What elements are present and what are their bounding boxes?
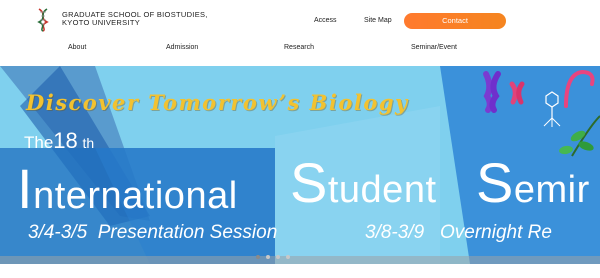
dates-text: 3/4-3/5	[28, 222, 88, 243]
title-international: International	[17, 156, 238, 221]
school-name-line2: KYOTO UNIVERSITY	[62, 18, 141, 27]
slider-dot[interactable]	[266, 255, 270, 259]
overnight-session-dates: 3/8-3/9 Overnight Re	[365, 222, 552, 244]
sitemap-link[interactable]: Site Map	[364, 17, 392, 24]
session-name: Overnight Re	[440, 222, 552, 243]
access-link[interactable]: Access	[314, 17, 337, 24]
session-name: Presentation Session	[97, 222, 278, 243]
edition-prefix: The	[24, 133, 54, 152]
nav-research[interactable]: Research	[284, 44, 314, 51]
title-initial: S	[476, 151, 514, 214]
edition-number: 18	[53, 128, 78, 153]
title-word: nternational	[33, 175, 238, 217]
site-header: GRADUATE SCHOOL OF BIOSTUDIES, KYOTO UNI…	[0, 0, 600, 66]
slider-dot[interactable]	[256, 255, 260, 259]
edition-label: The18 th	[24, 128, 94, 154]
slider-dot[interactable]	[276, 255, 280, 259]
dates-text: 3/8-3/9	[365, 222, 425, 243]
title-seminar: Semir	[476, 150, 590, 215]
title-initial: S	[290, 151, 328, 214]
slider-dot[interactable]	[286, 255, 290, 259]
title-student: Student	[290, 150, 437, 215]
page-bottom	[0, 264, 600, 278]
slider-dots	[256, 255, 290, 259]
school-name[interactable]: GRADUATE SCHOOL OF BIOSTUDIES, KYOTO UNI…	[62, 11, 208, 27]
contact-button[interactable]: Contact	[404, 13, 506, 29]
hero-tagline: Discover Tomorrow’s Biology	[26, 90, 409, 115]
edition-suffix: th	[82, 135, 95, 151]
nav-seminar-event[interactable]: Seminar/Event	[411, 44, 457, 51]
title-word: emir	[513, 169, 590, 211]
presentation-session-dates: 3/4-3/5 Presentation Session	[28, 222, 277, 244]
nav-admission[interactable]: Admission	[166, 44, 198, 51]
title-word: tudent	[327, 169, 437, 211]
title-initial: I	[17, 157, 34, 220]
nav-about[interactable]: About	[68, 44, 86, 51]
hero-banner[interactable]: Discover Tomorrow’s Biology The18 th Int…	[0, 66, 600, 264]
dna-helix-icon[interactable]	[31, 8, 55, 32]
